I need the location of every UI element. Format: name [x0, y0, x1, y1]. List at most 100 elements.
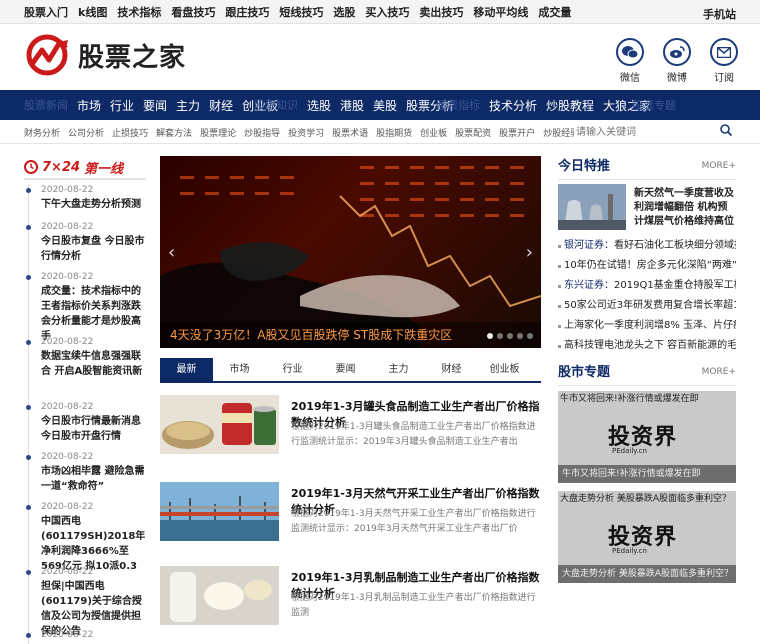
tab-gem[interactable]: 创业板	[478, 358, 531, 381]
sub-link[interactable]: 炒股指导	[244, 126, 280, 139]
tab-industry[interactable]: 行业	[266, 358, 319, 381]
tab-finance[interactable]: 财经	[425, 358, 478, 381]
sub-link[interactable]: 股指期货	[376, 126, 412, 139]
list-item-text: 上海家化一季度利润增8% 玉泽、片仔癀牙…	[564, 320, 736, 331]
sub-link[interactable]: 创业板	[420, 126, 447, 139]
slide-dot[interactable]	[487, 333, 493, 339]
search-icon[interactable]	[718, 124, 734, 140]
nav-item[interactable]: 要闻	[143, 97, 167, 114]
slide-dot[interactable]	[517, 333, 523, 339]
timeline-item[interactable]: 2020-08-22 下午大盘走势分析预测	[26, 185, 146, 217]
timeline-date: 2020-08-22	[41, 402, 94, 412]
nav-group-knowledge: 股票知识 选股 港股 美股 股票分析	[254, 90, 454, 120]
news-tabs: 最新 市场 行业 要闻 主力 财经 创业板	[160, 358, 541, 383]
article-thumbnail[interactable]	[160, 566, 279, 625]
top-link[interactable]: 选股	[333, 4, 355, 20]
subscribe-button[interactable]: 订阅	[704, 38, 744, 84]
site-logo[interactable]: 股票之家	[26, 34, 186, 76]
top-link[interactable]: 成交量	[538, 4, 571, 20]
sub-link[interactable]: 股票开户	[499, 126, 535, 139]
top-link[interactable]: 技术指标	[117, 4, 161, 20]
topics-more-link[interactable]: MORE+	[702, 367, 736, 377]
featured-thumbnail[interactable]	[558, 184, 626, 230]
article-item[interactable]: 2019年1-3月乳制品制造工业生产者出厂价格指数统计分析 根据对2019年1-…	[160, 566, 541, 642]
nav-item[interactable]: 美股	[373, 97, 397, 114]
right-column: 今日特推 MORE+ 新天然气一季度营收及利润增幅翻倍 机构预计煤层气价格维持高…	[558, 156, 736, 583]
next-slide-icon[interactable]: ›	[526, 242, 533, 263]
nav-item[interactable]: 选股	[307, 97, 331, 114]
nav-item[interactable]: 行业	[110, 97, 134, 114]
topic-overlay-text: 大盘走势分析 美股暴跌A股面临多重利空？	[560, 494, 732, 504]
tab-latest[interactable]: 最新	[160, 358, 213, 381]
timeline-item[interactable]: 2020-08-22 今日股市行情最新消息 今日股市开盘行情	[26, 402, 146, 447]
nav-group-head[interactable]: 股票新闻	[24, 97, 68, 113]
top-link[interactable]: 短线技巧	[279, 4, 323, 20]
nav-group-head[interactable]: 股票专题	[632, 97, 676, 113]
mobile-site-link[interactable]: 手机站	[703, 6, 736, 22]
top-link[interactable]: 看盘技巧	[171, 4, 215, 20]
prev-slide-icon[interactable]: ‹	[168, 242, 175, 263]
article-thumbnail[interactable]	[160, 395, 279, 454]
nav-group-head[interactable]: 股票指标	[436, 97, 480, 113]
article-item[interactable]: 2019年1-3月罐头食品制造工业生产者出厂价格指数统计分析 根据对2019年1…	[160, 395, 541, 471]
timeline-item[interactable]: 2020-08-22 成交量：技术指标中的王者指标价关系判涨跌会分析量能才是炒股…	[26, 272, 146, 342]
topic-caption[interactable]: 大盘走势分析 美股暴跌A股面临多重利空？	[558, 565, 736, 583]
top-link[interactable]: 卖出技巧	[419, 4, 463, 20]
article-item[interactable]: 2019年1-3月天然气开采工业生产者出厂价格指数统计分析 根据对2019年1-…	[160, 482, 541, 558]
sub-link[interactable]: 股票术语	[332, 126, 368, 139]
nav-item[interactable]: 市场	[77, 97, 101, 114]
subscribe-label: 订阅	[714, 73, 734, 84]
timeline-item[interactable]: 2020-08-22 市场凶相毕露 避险急需一道“救命符”	[26, 452, 146, 497]
list-item[interactable]: 上海家化一季度利润增8% 玉泽、片仔癀牙…	[558, 316, 736, 336]
nav-item[interactable]: 炒股教程	[546, 97, 594, 114]
list-item-source: 东兴证券：	[564, 280, 614, 291]
list-item[interactable]: 东兴证券：2019Q1基金重仓持股军工板块分析	[558, 276, 736, 296]
sub-link[interactable]: 投资学习	[288, 126, 324, 139]
wechat-button[interactable]: 微信	[610, 38, 650, 84]
list-item[interactable]: 银河证券：看好石油化工板块细分领域投资…	[558, 236, 736, 256]
tab-headlines[interactable]: 要闻	[319, 358, 372, 381]
timeline-item[interactable]: 2020-08-22 今日股市复盘 今日股市行情分析	[26, 222, 146, 267]
slide-dot[interactable]	[507, 333, 513, 339]
top-link[interactable]: 股票入门	[24, 4, 68, 20]
sub-link[interactable]: 解套方法	[156, 126, 192, 139]
list-item[interactable]: 50家公司近3年研发费用复合增长率超111%…	[558, 296, 736, 316]
featured-item[interactable]: 新天然气一季度营收及利润增幅翻倍 机构预计煤层气价格维持高位	[558, 184, 736, 234]
weibo-button[interactable]: 微博	[657, 38, 697, 84]
top-link[interactable]: 买入技巧	[365, 4, 409, 20]
featured-title[interactable]: 新天然气一季度营收及利润增幅翻倍 机构预计煤层气价格维持高位	[634, 187, 736, 229]
timeline-item[interactable]: 2020-08-22 中国西电(601179SH)2018年净利润降3666%至…	[26, 502, 146, 572]
nav-group-head[interactable]: 股票知识	[254, 97, 298, 113]
timeline-item[interactable]: 2020-08-22 数据宝续牛信息强强联合 开启A股智能资讯新	[26, 337, 146, 397]
timeline-item[interactable]: 2020-08-22 担保|中国西电(601179)关于综合授信及公司为授信提供…	[26, 567, 146, 637]
list-item-text: 看好石油化工板块细分领域投资…	[614, 240, 736, 251]
list-item[interactable]: 高科技锂电池龙头之下 容百新能源的毛利率并…	[558, 336, 736, 356]
tab-main-force[interactable]: 主力	[372, 358, 425, 381]
hero-banner[interactable]: ‹ › 4天没了3万亿！A股又见百股跌停 ST股成下跌重灾区	[160, 156, 541, 348]
top-link[interactable]: 移动平均线	[473, 4, 528, 20]
topic-caption[interactable]: 牛市又将回来!补涨行情或爆发在即	[558, 465, 736, 483]
top-link[interactable]: k线图	[78, 4, 107, 20]
article-thumbnail[interactable]	[160, 482, 279, 541]
sub-link[interactable]: 公司分析	[68, 126, 104, 139]
sub-link[interactable]: 止损技巧	[112, 126, 148, 139]
banner-caption[interactable]: 4天没了3万亿！A股又见百股跌停 ST股成下跌重灾区	[160, 322, 541, 348]
timeline-text: 数据宝续牛信息强强联合 开启A股智能资讯新	[41, 351, 143, 377]
sub-link[interactable]: 财务分析	[24, 126, 60, 139]
nav-item[interactable]: 财经	[209, 97, 233, 114]
topic-card[interactable]: 大盘走势分析 美股暴跌A股面临多重利空？ 投资界 PEdaily.cn 大盘走势…	[558, 491, 736, 583]
search-input[interactable]	[574, 124, 736, 140]
sub-link[interactable]: 股票配资	[455, 126, 491, 139]
topic-card[interactable]: 牛市又将回来!补涨行情或爆发在即 投资界 PEdaily.cn 牛市又将回来!补…	[558, 391, 736, 483]
slide-dot[interactable]	[527, 333, 533, 339]
sub-link[interactable]: 股票理论	[200, 126, 236, 139]
nav-item[interactable]: 主力	[176, 97, 200, 114]
top-link[interactable]: 跟庄技巧	[225, 4, 269, 20]
timeline-item[interactable]: 2020-08-22	[26, 630, 146, 644]
slide-dot[interactable]	[497, 333, 503, 339]
nav-item[interactable]: 技术分析	[489, 97, 537, 114]
list-item[interactable]: 10年仍在试错！房企多元化深陷“两难”	[558, 256, 736, 276]
tab-market[interactable]: 市场	[213, 358, 266, 381]
today-more-link[interactable]: MORE+	[702, 161, 736, 171]
nav-item[interactable]: 港股	[340, 97, 364, 114]
